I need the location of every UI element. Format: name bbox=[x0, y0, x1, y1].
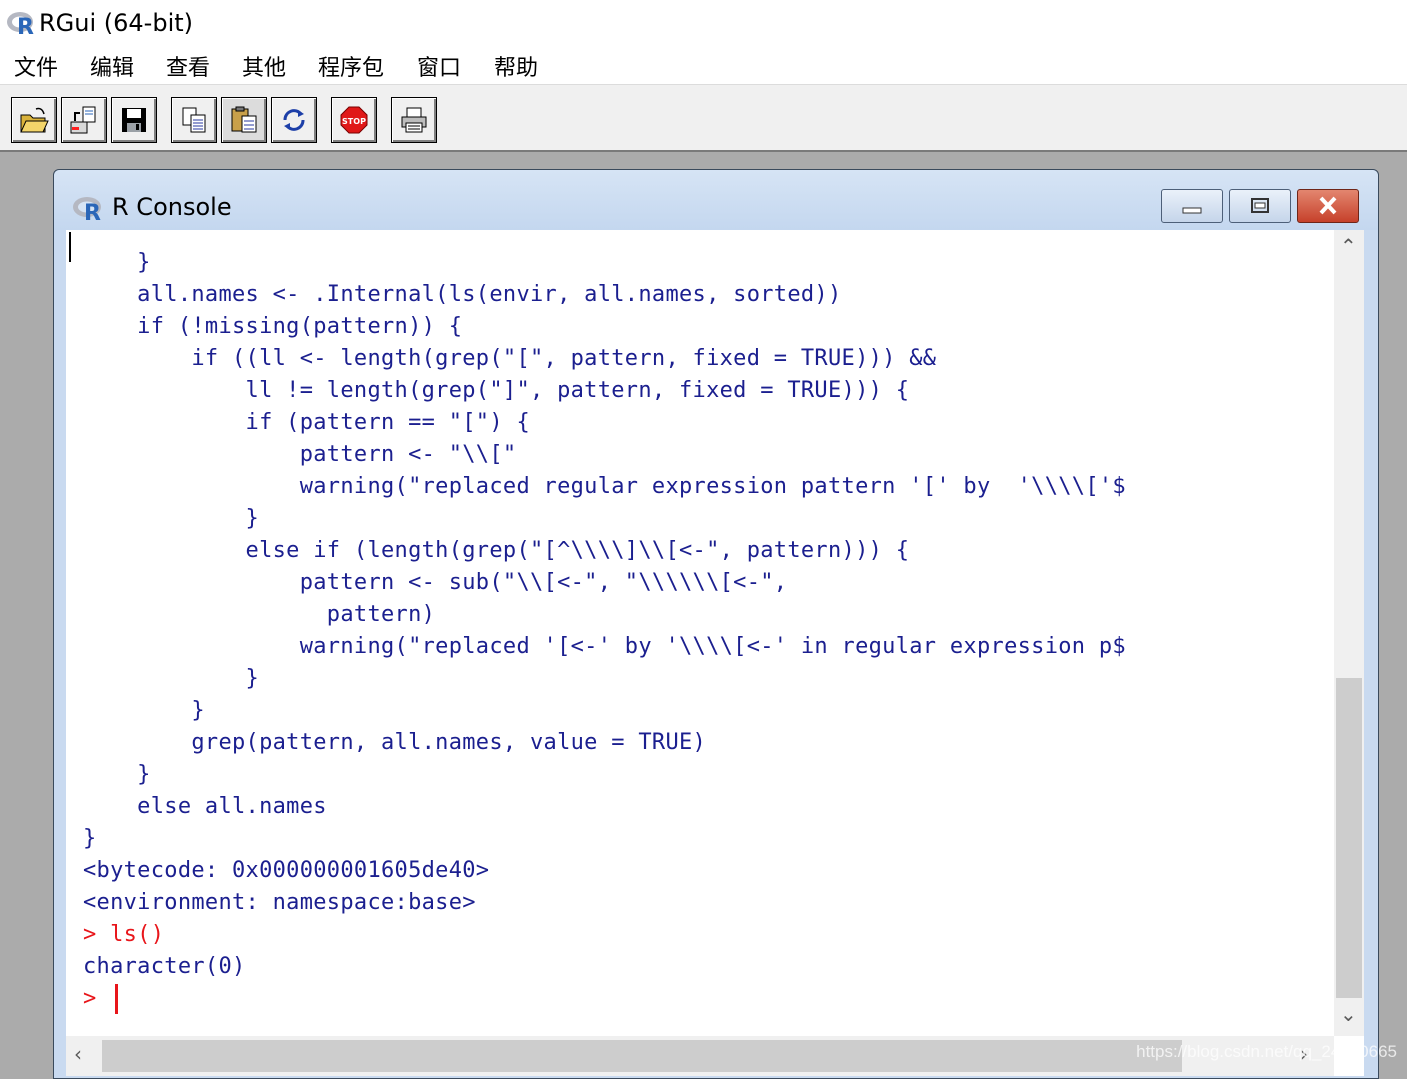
restore-icon bbox=[1251, 198, 1269, 213]
copy-and-paste-button[interactable] bbox=[271, 97, 317, 143]
close-button[interactable] bbox=[1297, 189, 1359, 223]
console-output-line: } bbox=[83, 250, 151, 275]
console-output-line: warning("replaced regular expression pat… bbox=[83, 474, 1126, 499]
save-workspace-button[interactable] bbox=[111, 97, 157, 143]
minimize-icon bbox=[1182, 207, 1202, 214]
console-output-line: pattern) bbox=[83, 602, 436, 627]
console-output-line: warning("replaced '[<-' by '\\\\[<-' in … bbox=[83, 634, 1126, 659]
paste-button[interactable] bbox=[221, 97, 267, 143]
scroll-down-icon[interactable]: ⌄ bbox=[1340, 1002, 1357, 1026]
refresh-icon bbox=[283, 109, 305, 131]
console-input-line: > bbox=[83, 986, 111, 1011]
floppy-disk-icon bbox=[122, 108, 146, 132]
input-caret bbox=[115, 984, 118, 1014]
console-output-line: } bbox=[83, 762, 151, 787]
console-title: R Console bbox=[112, 193, 232, 221]
console-output-line: character(0) bbox=[83, 954, 246, 979]
close-icon bbox=[1319, 196, 1337, 215]
console-output-line: pattern <- sub("\\[<-", "\\\\\\[<-", bbox=[83, 570, 788, 595]
console-output-line: else all.names bbox=[83, 794, 327, 819]
r-logo-icon: R bbox=[7, 12, 34, 37]
console-output-line: <environment: namespace:base> bbox=[83, 890, 476, 915]
menu-view[interactable]: 查看 bbox=[162, 50, 214, 82]
caret-marker bbox=[69, 232, 71, 262]
console-output-line: if (pattern == "[") { bbox=[83, 410, 530, 435]
load-workspace-icon bbox=[70, 106, 96, 134]
svg-text:STOP: STOP bbox=[342, 117, 366, 126]
print-button[interactable] bbox=[391, 97, 437, 143]
vertical-scrollbar[interactable]: ⌃ ⌄ bbox=[1334, 230, 1364, 1036]
paste-icon bbox=[231, 106, 257, 133]
watermark: https://blog.csdn.net/qq_24530665 bbox=[1136, 1042, 1397, 1061]
svg-text:R: R bbox=[17, 15, 34, 37]
menu-packages[interactable]: 程序包 bbox=[314, 50, 388, 82]
console-output-line: else if (length(grep("[^\\\\]\\[<-", pat… bbox=[83, 538, 910, 563]
console-output-line: } bbox=[83, 698, 205, 723]
app-title: RGui (64-bit) bbox=[39, 9, 194, 37]
menu-help[interactable]: 帮助 bbox=[490, 50, 542, 82]
menu-edit[interactable]: 编辑 bbox=[86, 50, 138, 82]
menu-bar: 文件 编辑 查看 其他 程序包 窗口 帮助 bbox=[0, 46, 1407, 84]
vertical-scroll-thumb[interactable] bbox=[1336, 678, 1362, 998]
scroll-up-icon[interactable]: ⌃ bbox=[1340, 234, 1357, 258]
printer-icon bbox=[401, 107, 427, 133]
menu-file[interactable]: 文件 bbox=[10, 50, 62, 82]
console-titlebar[interactable]: R R Console bbox=[54, 170, 1378, 230]
console-output-line: ll != length(grep("]", pattern, fixed = … bbox=[83, 378, 910, 403]
open-folder-icon bbox=[20, 107, 49, 133]
maximize-button[interactable] bbox=[1229, 189, 1291, 223]
stop-sign-icon: STOP bbox=[340, 106, 368, 134]
console-output-line: <bytecode: 0x000000001605de40> bbox=[83, 858, 490, 883]
svg-text:R: R bbox=[84, 201, 101, 221]
app-titlebar: R RGui (64-bit) bbox=[0, 0, 1407, 46]
menu-windows[interactable]: 窗口 bbox=[413, 50, 465, 82]
scroll-left-icon[interactable]: ‹ bbox=[74, 1042, 82, 1066]
toolbar: STOP bbox=[0, 84, 1407, 152]
minimize-button[interactable] bbox=[1161, 189, 1223, 223]
console-output-line: all.names <- .Internal(ls(envir, all.nam… bbox=[83, 282, 842, 307]
console-output-area[interactable]: } all.names <- .Internal(ls(envir, all.n… bbox=[66, 230, 1364, 1076]
console-output-line: } bbox=[83, 666, 260, 691]
horizontal-scroll-thumb[interactable] bbox=[102, 1040, 1182, 1072]
console-output-line: } bbox=[83, 506, 260, 531]
console-output-line: grep(pattern, all.names, value = TRUE) bbox=[83, 730, 707, 755]
r-logo-icon: R bbox=[73, 197, 101, 221]
console-text[interactable]: } all.names <- .Internal(ls(envir, all.n… bbox=[66, 230, 1328, 1036]
menu-misc[interactable]: 其他 bbox=[238, 50, 290, 82]
stop-button[interactable]: STOP bbox=[331, 97, 377, 143]
open-script-button[interactable] bbox=[11, 97, 57, 143]
r-console-window: R R Console } all.names <- .Internal(ls(… bbox=[53, 169, 1379, 1079]
console-output-line: } bbox=[83, 826, 97, 851]
console-output-line: if ((ll <- length(grep("[", pattern, fix… bbox=[83, 346, 937, 371]
console-input-line: > ls() bbox=[83, 922, 165, 947]
load-workspace-button[interactable] bbox=[61, 97, 107, 143]
console-output-line: if (!missing(pattern)) { bbox=[83, 314, 463, 339]
copy-button[interactable] bbox=[171, 97, 217, 143]
console-output-line: pattern <- "\\[" bbox=[83, 442, 517, 467]
copy-icon bbox=[182, 107, 206, 133]
